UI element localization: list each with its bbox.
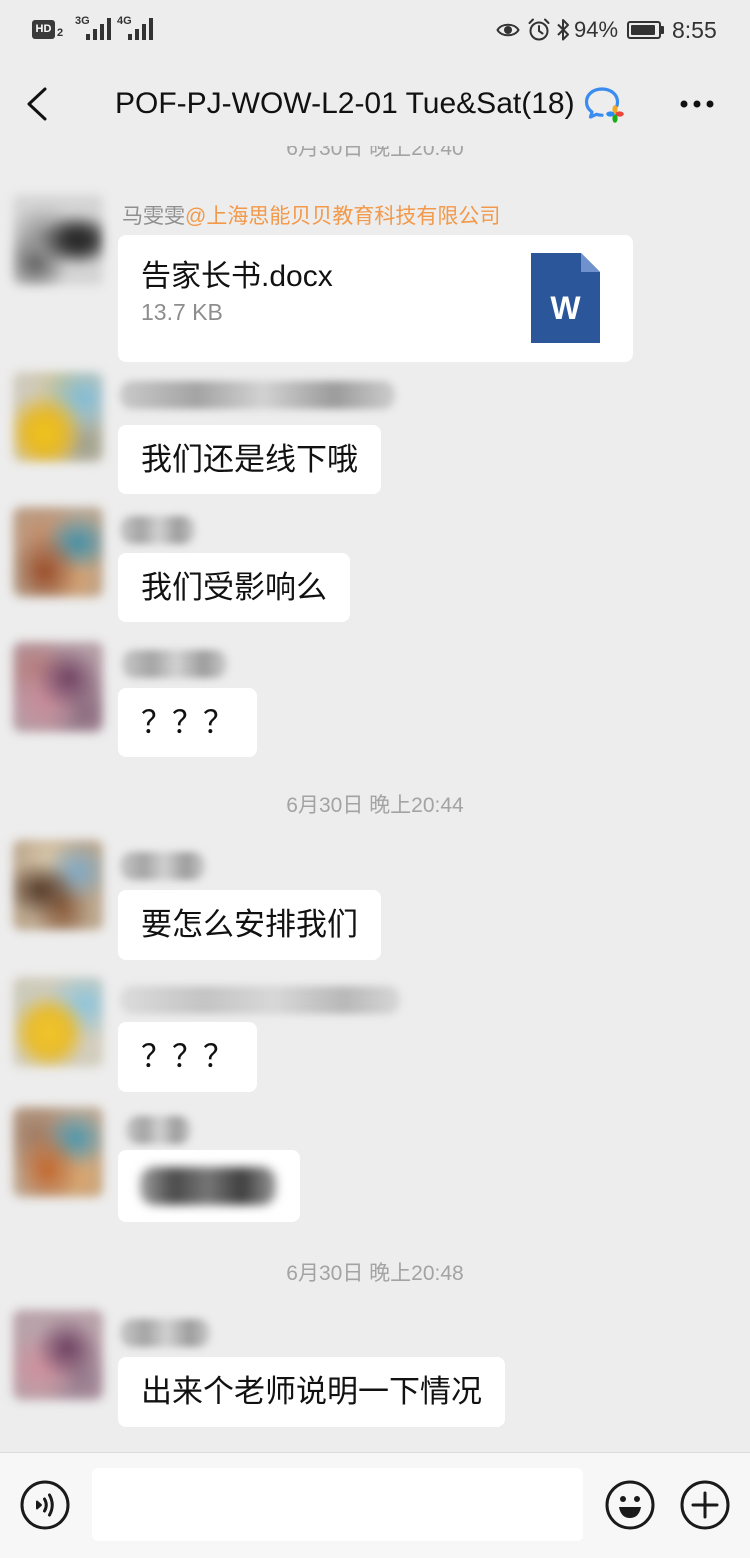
sender-organization: @上海思能贝贝教育科技有限公司 <box>185 205 501 228</box>
message-text: 我们还是线下哦 <box>141 442 358 477</box>
file-message-card[interactable]: 告家长书.docx 13.7 KB W <box>118 235 633 362</box>
chat-header: POF-PJ-WOW-L2-01 Tue&Sat(18) <box>0 58 750 146</box>
timestamp: 6月30日 晚上20:40 <box>286 146 464 160</box>
avatar[interactable] <box>13 195 103 285</box>
redacted-sender-name <box>126 1116 191 1144</box>
eye-icon <box>496 23 520 37</box>
timestamp: 6月30日 晚上20:48 <box>286 1262 464 1285</box>
redacted-sender-name <box>120 986 400 1014</box>
file-name: 告家长书.docx <box>141 260 333 293</box>
message-text: ？？？ <box>141 1039 234 1074</box>
avatar[interactable] <box>13 372 103 462</box>
chat-message-list[interactable]: 6月30日 晚上20:40 马雯雯@上海思能贝贝教育科技有限公司 告家长书.do… <box>0 146 750 1452</box>
emoji-icon[interactable] <box>605 1480 655 1530</box>
battery-percent: 94% <box>574 17 619 42</box>
avatar[interactable] <box>13 977 103 1067</box>
message-bubble[interactable]: ？？？ <box>118 688 257 757</box>
message-bubble[interactable]: 我们受影响么 <box>118 553 350 622</box>
redacted-message-text <box>140 1167 276 1205</box>
status-bar: HD 2 3G 4G 94% 8:55 <box>0 0 750 58</box>
bluetooth-icon <box>557 19 569 41</box>
word-icon-letter: W <box>550 290 581 326</box>
sender-name: 马雯雯 <box>122 205 185 228</box>
message-bubble[interactable]: 出来个老师说明一下情况 <box>118 1357 505 1427</box>
more-dots-icon[interactable] <box>678 99 718 109</box>
hd-sim-index: 2 <box>57 27 64 39</box>
avatar[interactable] <box>13 1107 103 1197</box>
alarm-icon <box>528 18 550 41</box>
avatar[interactable] <box>13 642 103 732</box>
avatar[interactable] <box>13 1310 103 1400</box>
message-bubble[interactable]: 要怎么安排我们 <box>118 890 381 960</box>
message-bubble[interactable]: ？？？ <box>118 1022 257 1092</box>
battery-fill <box>631 25 656 35</box>
avatar[interactable] <box>13 507 103 597</box>
redacted-sender-name <box>122 650 227 678</box>
signal-bars-icon <box>128 18 153 40</box>
timestamp: 6月30日 晚上20:44 <box>286 794 464 817</box>
input-bar <box>0 1452 750 1558</box>
battery-icon <box>627 21 661 39</box>
message-bubble[interactable] <box>118 1150 300 1222</box>
chat-title: POF-PJ-WOW-L2-01 Tue&Sat(18) <box>115 87 575 120</box>
chevron-left-icon[interactable] <box>24 86 50 122</box>
chat-title-row[interactable]: POF-PJ-WOW-L2-01 Tue&Sat(18) <box>115 82 626 126</box>
sender-label: 马雯雯@上海思能贝贝教育科技有限公司 <box>122 204 500 230</box>
avatar[interactable] <box>13 840 103 930</box>
enterprise-chat-icon <box>584 87 624 123</box>
signal-bars-icon <box>86 18 111 40</box>
message-text: 我们受影响么 <box>141 570 327 605</box>
word-document-icon: W <box>531 253 600 343</box>
battery-tip <box>661 26 664 34</box>
redacted-sender-name <box>120 852 205 880</box>
message-text: 出来个老师说明一下情况 <box>141 1374 482 1409</box>
redacted-sender-name <box>120 516 195 544</box>
message-input[interactable] <box>92 1468 583 1541</box>
file-size: 13.7 KB <box>141 299 223 325</box>
message-text: ？？？ <box>141 705 234 740</box>
voice-input-icon[interactable] <box>20 1480 70 1530</box>
plus-icon[interactable] <box>680 1480 730 1530</box>
redacted-sender-name <box>120 1319 210 1347</box>
clock-time: 8:55 <box>672 17 717 43</box>
message-text: 要怎么安排我们 <box>141 907 358 942</box>
message-bubble[interactable]: 我们还是线下哦 <box>118 425 381 494</box>
hd-badge: HD <box>32 20 55 39</box>
redacted-sender-name <box>120 381 395 409</box>
